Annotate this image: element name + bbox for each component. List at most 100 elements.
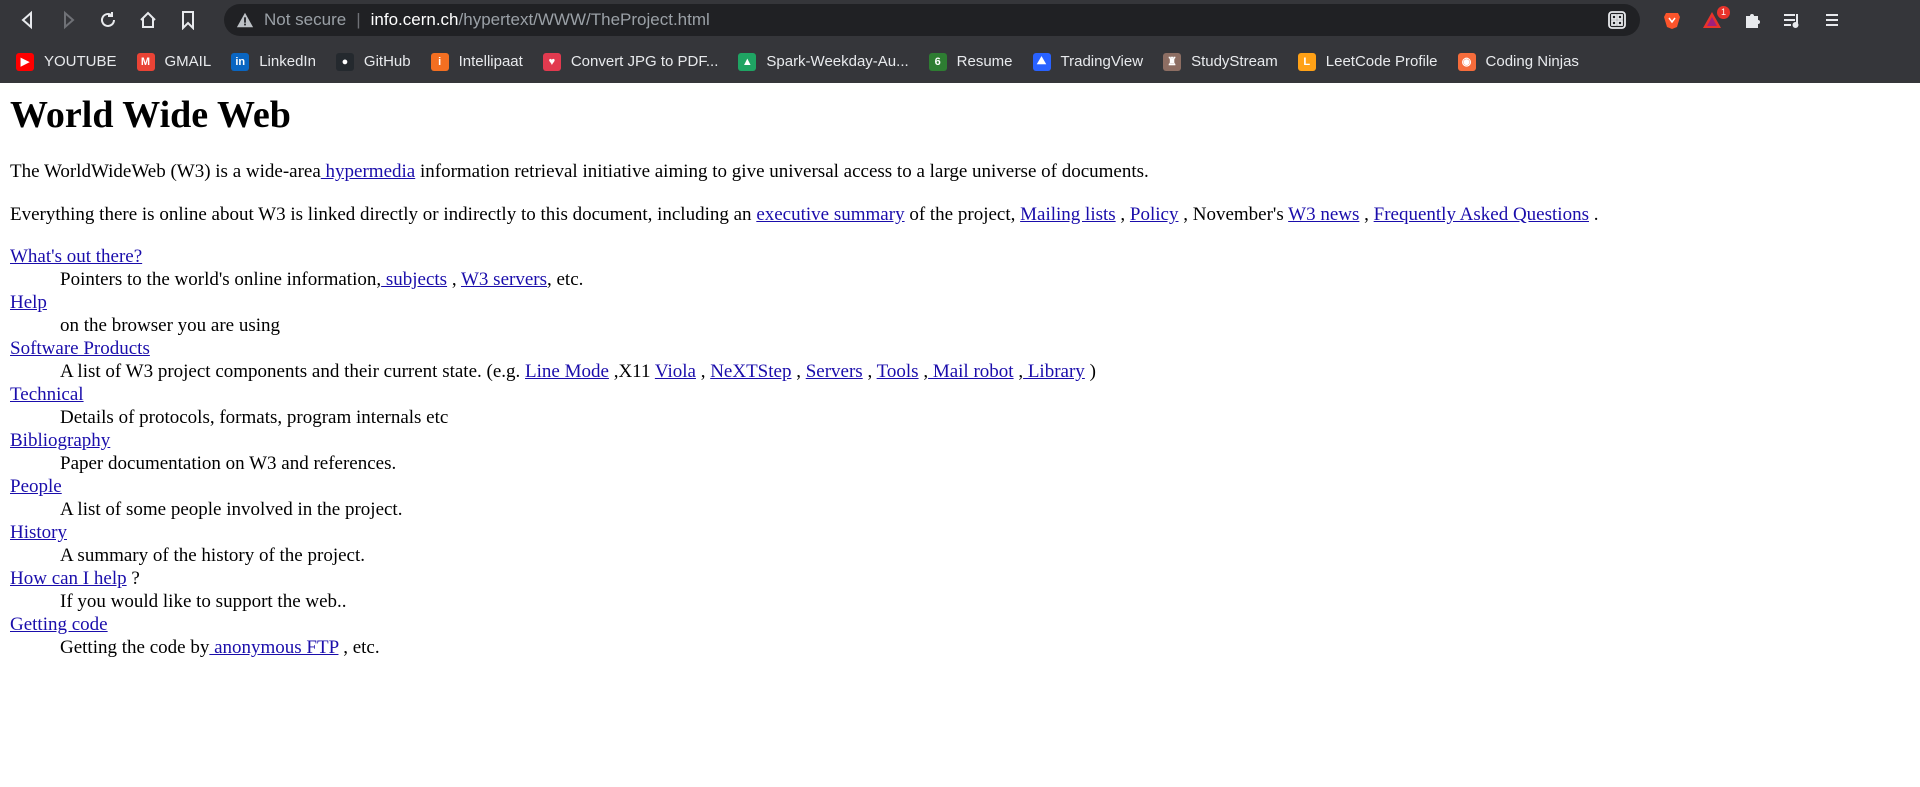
address-separator: | bbox=[356, 10, 361, 29]
mail-robot-link[interactable]: Mail robot bbox=[928, 361, 1014, 382]
reload-button[interactable] bbox=[88, 0, 128, 40]
bookmark-label: GitHub bbox=[363, 53, 411, 70]
toolbar-right: 1 bbox=[1652, 0, 1852, 40]
bookmark-label: StudyStream bbox=[1191, 53, 1278, 70]
reading-list-button[interactable] bbox=[1772, 0, 1812, 40]
viola-link[interactable]: Viola bbox=[655, 361, 696, 382]
whats-out-there-link[interactable]: What's out there? bbox=[10, 246, 142, 267]
bookmark-item[interactable]: ♜ StudyStream bbox=[1163, 52, 1278, 71]
browser-chrome: Not secure | info.cern.ch/hypertext/WWW/… bbox=[0, 0, 1920, 83]
anonymous-ftp-link[interactable]: anonymous FTP bbox=[209, 637, 338, 658]
bookmark-label: TradingView bbox=[1060, 53, 1144, 70]
section-term: History bbox=[10, 521, 1910, 544]
desc-text: , bbox=[918, 360, 929, 382]
extensions-button[interactable] bbox=[1732, 0, 1772, 40]
bibliography-link[interactable]: Bibliography bbox=[10, 430, 110, 451]
servers-link[interactable]: Servers bbox=[806, 361, 863, 382]
bookmark-item[interactable]: in LinkedIn bbox=[231, 52, 316, 71]
bookmark-label: YOUTUBE bbox=[44, 53, 117, 70]
section-desc: Paper documentation on W3 and references… bbox=[60, 452, 397, 474]
menu-button[interactable] bbox=[1812, 0, 1852, 40]
everything-text-6: . bbox=[1588, 203, 1599, 225]
bookmark-item[interactable]: i Intellipaat bbox=[430, 52, 523, 71]
page-title: World Wide Web bbox=[10, 94, 291, 136]
linkedin-icon: in bbox=[231, 52, 250, 71]
forward-button[interactable] bbox=[48, 0, 88, 40]
help-link[interactable]: Help bbox=[10, 292, 47, 313]
desc-text: Getting the code by bbox=[60, 636, 210, 658]
section-desc: Pointers to the world's online informati… bbox=[60, 268, 1910, 291]
getting-code-link[interactable]: Getting code bbox=[10, 614, 108, 635]
how-can-i-help-link[interactable]: How can I help bbox=[10, 568, 127, 589]
section-desc: A list of some people involved in the pr… bbox=[60, 498, 403, 520]
library-link[interactable]: Library bbox=[1023, 361, 1085, 382]
section-term: People bbox=[10, 475, 1910, 498]
rewards-badge: 1 bbox=[1717, 6, 1730, 19]
faq-link[interactable]: Frequently Asked Questions bbox=[1374, 204, 1589, 225]
section-desc: A list of W3 project components and thei… bbox=[60, 360, 1910, 383]
desc-text: , bbox=[1013, 360, 1024, 382]
brave-shields-button[interactable] bbox=[1652, 0, 1692, 40]
section-term: What's out there? bbox=[10, 245, 1910, 268]
bookmark-item[interactable]: ⛰ TradingView bbox=[1032, 52, 1144, 71]
security-label[interactable]: Not secure bbox=[264, 10, 346, 30]
bookmark-item[interactable]: ▲ Spark-Weekday-Au... bbox=[738, 52, 909, 71]
executive-summary-link[interactable]: executive summary bbox=[756, 204, 904, 225]
technical-link[interactable]: Technical bbox=[10, 384, 84, 405]
section-desc: If you would like to support the web.. bbox=[60, 590, 347, 612]
question-suffix: ? bbox=[126, 567, 140, 589]
bookmark-item[interactable]: ● GitHub bbox=[335, 52, 411, 71]
bookmark-label: Spark-Weekday-Au... bbox=[766, 53, 909, 70]
studystream-icon: ♜ bbox=[1163, 52, 1182, 71]
bookmark-item[interactable]: ▶ YOUTUBE bbox=[16, 52, 117, 71]
history-link[interactable]: History bbox=[10, 522, 67, 543]
intro-paragraph: The WorldWideWeb (W3) is a wide-area hyp… bbox=[10, 159, 1910, 185]
bookmark-label: Convert JPG to PDF... bbox=[570, 53, 719, 70]
home-icon bbox=[140, 11, 156, 28]
youtube-icon: ▶ bbox=[16, 52, 34, 71]
policy-link[interactable]: Policy bbox=[1130, 204, 1179, 225]
qr-code-icon[interactable] bbox=[1606, 9, 1628, 31]
bookmark-item[interactable]: 6 Resume bbox=[928, 52, 1013, 71]
everything-text-3: , bbox=[1115, 203, 1130, 225]
puzzle-icon bbox=[1746, 14, 1760, 28]
drive-icon: ▲ bbox=[738, 52, 757, 71]
section-desc: Details of protocols, formats, program i… bbox=[60, 406, 449, 428]
url-host: info.cern.ch bbox=[370, 10, 459, 29]
desc-text: ,X11 bbox=[608, 360, 655, 382]
section-term: Technical bbox=[10, 383, 1910, 406]
people-link[interactable]: People bbox=[10, 476, 62, 497]
back-button[interactable] bbox=[8, 0, 48, 40]
hypermedia-link[interactable]: hypermedia bbox=[321, 161, 416, 182]
leetcode-icon: L bbox=[1297, 52, 1316, 71]
bookmark-item[interactable]: M GMAIL bbox=[136, 52, 211, 71]
tools-link[interactable]: Tools bbox=[877, 361, 919, 382]
address-bar[interactable]: Not secure | info.cern.ch/hypertext/WWW/… bbox=[224, 4, 1640, 36]
bookmark-label: LeetCode Profile bbox=[1325, 53, 1438, 70]
bookmark-item[interactable]: ♥ Convert JPG to PDF... bbox=[542, 52, 719, 71]
bookmark-item[interactable]: L LeetCode Profile bbox=[1297, 52, 1438, 71]
bookmark-item[interactable]: ◉ Coding Ninjas bbox=[1457, 52, 1579, 71]
intellipaat-icon: i bbox=[430, 52, 449, 71]
nextstep-link[interactable]: NeXTStep bbox=[710, 361, 791, 382]
w3-news-link[interactable]: W3 news bbox=[1288, 204, 1359, 225]
bookmark-button[interactable] bbox=[168, 0, 208, 40]
bookmark-icon bbox=[182, 11, 194, 30]
github-icon: ● bbox=[335, 52, 354, 71]
desc-text: ) bbox=[1084, 360, 1096, 382]
section-desc: Getting the code by anonymous FTP , etc. bbox=[60, 636, 1910, 659]
section-term: How can I help ? bbox=[10, 567, 1910, 590]
bookmark-label: LinkedIn bbox=[259, 53, 316, 70]
line-mode-link[interactable]: Line Mode bbox=[525, 361, 609, 382]
gmail-icon: M bbox=[136, 52, 155, 71]
software-products-link[interactable]: Software Products bbox=[10, 338, 150, 359]
w3-servers-link[interactable]: W3 servers bbox=[461, 269, 547, 290]
subjects-link[interactable]: subjects bbox=[381, 269, 447, 290]
section-term: Getting code bbox=[10, 613, 1910, 636]
home-button[interactable] bbox=[128, 0, 168, 40]
url-path: /hypertext/WWW/TheProject.html bbox=[458, 10, 710, 29]
intro-text-1: The WorldWideWeb (W3) is a wide-area bbox=[10, 160, 321, 182]
mailing-lists-link[interactable]: Mailing lists bbox=[1020, 204, 1116, 225]
desc-text: , etc. bbox=[547, 268, 584, 290]
brave-rewards-button[interactable]: 1 bbox=[1692, 0, 1732, 40]
